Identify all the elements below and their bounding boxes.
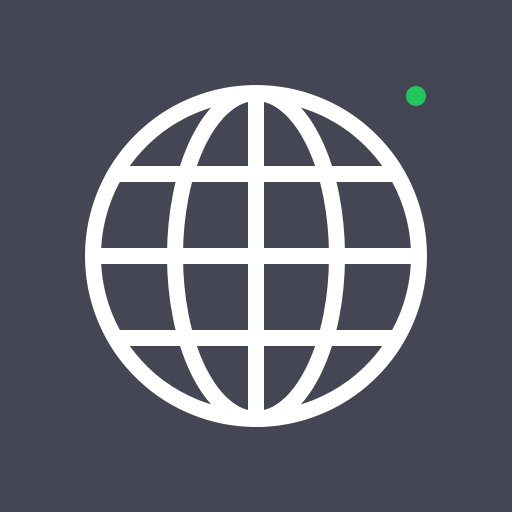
online-status-dot — [406, 86, 426, 106]
globe-icon — [85, 85, 427, 427]
app-icon-tile[interactable] — [0, 0, 512, 512]
